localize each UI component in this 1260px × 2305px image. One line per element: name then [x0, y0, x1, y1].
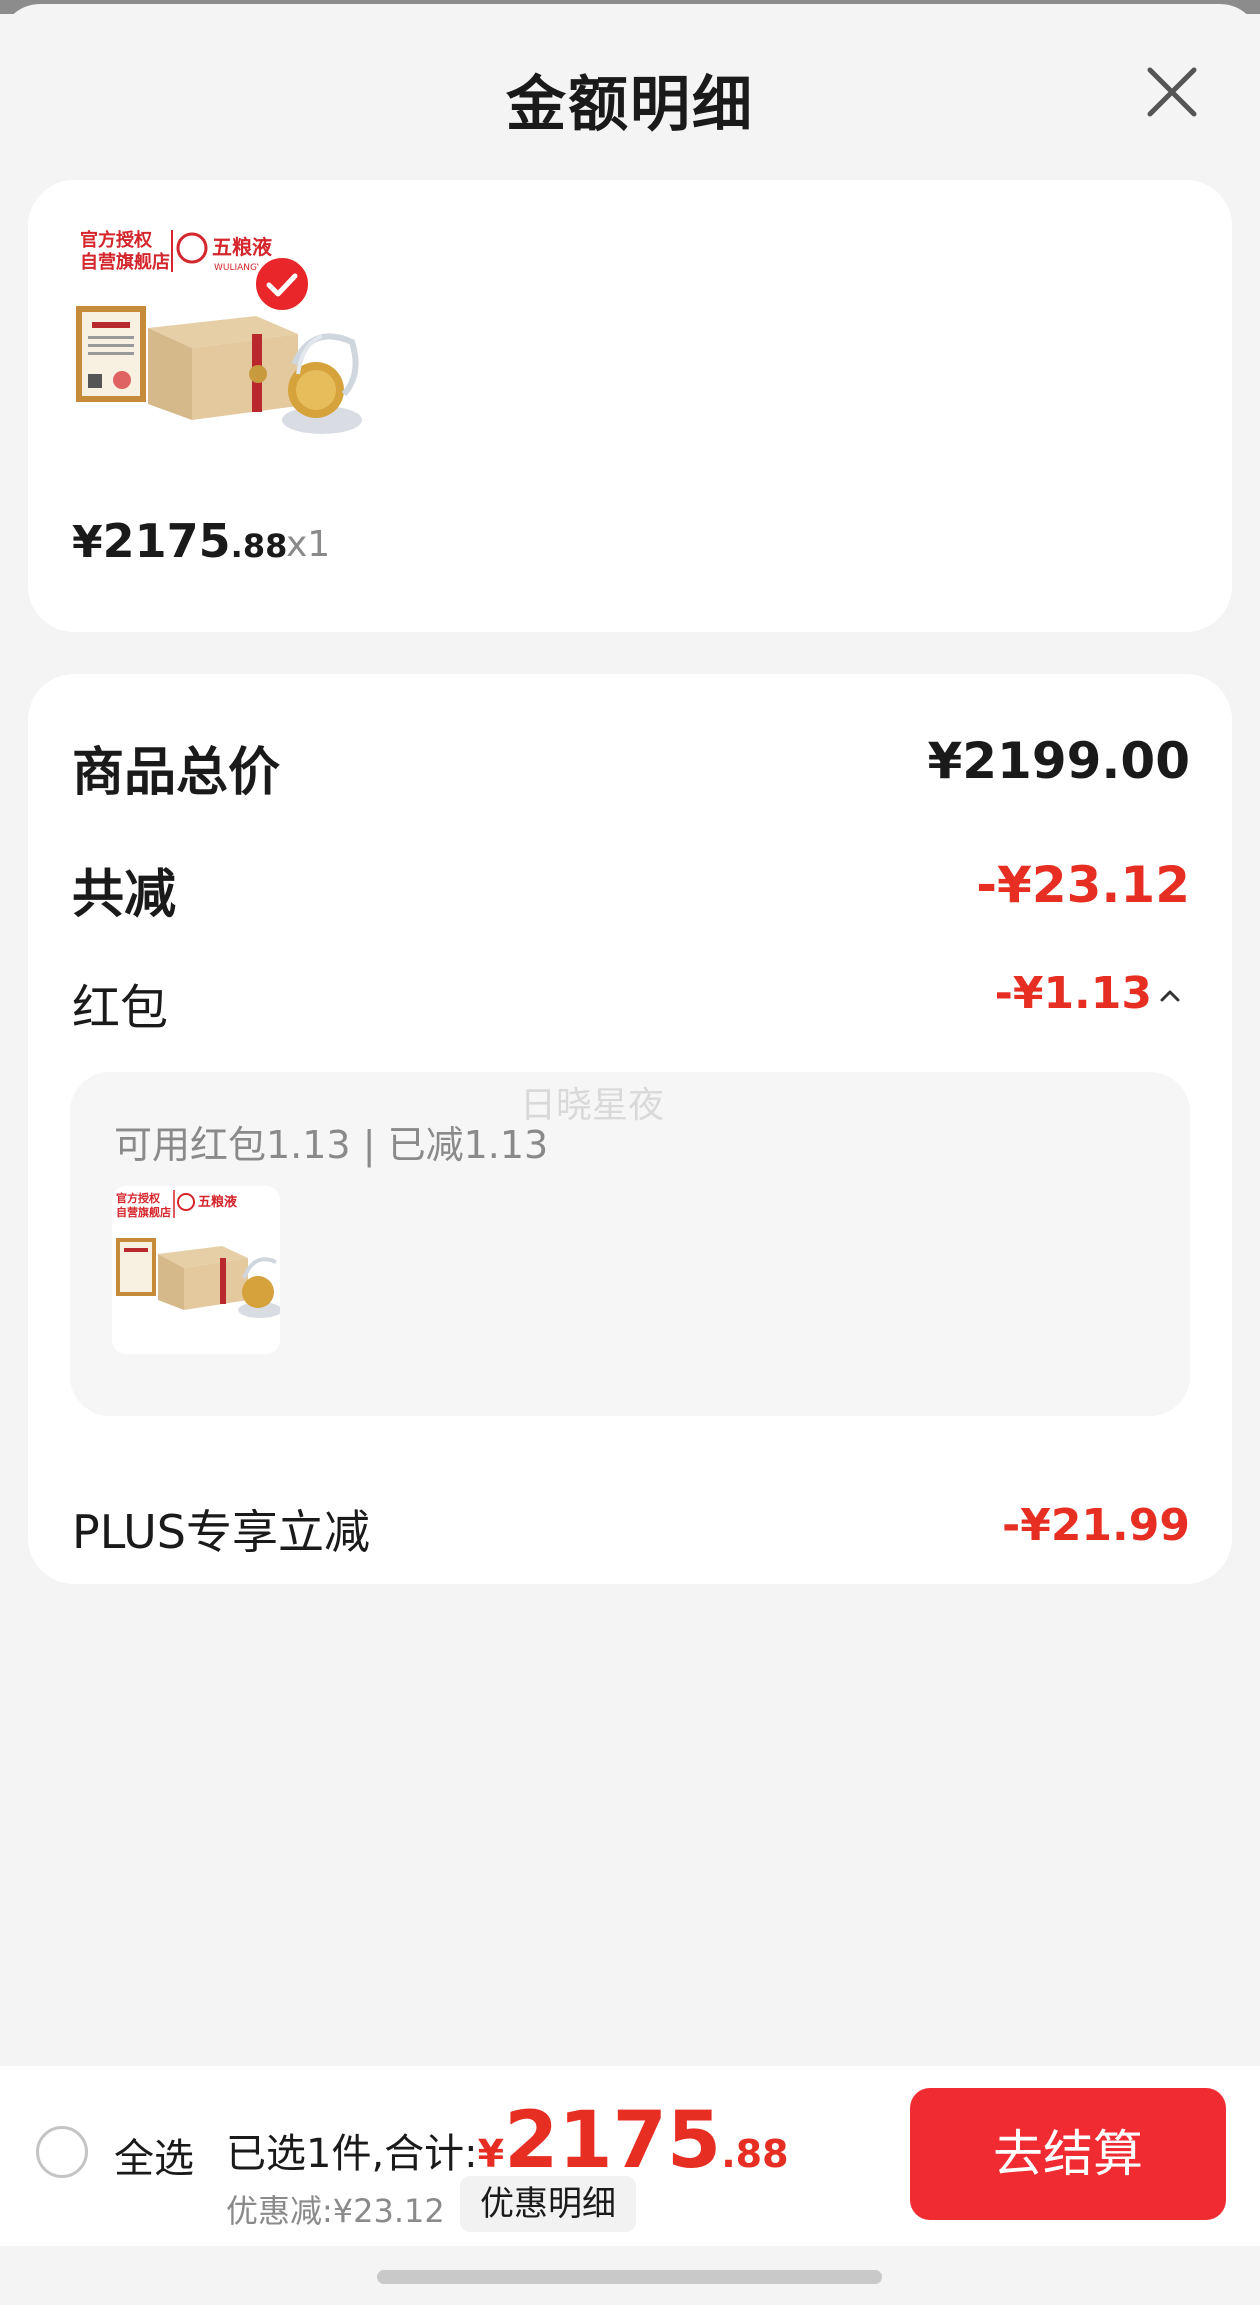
- hongbao-product-thumbnail: 官方授权 自营旗舰店 五粮液: [112, 1186, 280, 1354]
- product-card: 官方授权 自营旗舰店 五粮液 WULIANGYE ¥2175.88 x1: [28, 180, 1232, 632]
- select-all-label[interactable]: 全选: [114, 2126, 194, 2184]
- thumb-brand-logo: 五粮液: [198, 1194, 237, 1210]
- checkout-bar: 全选 已选1件,合计:¥2175.88 优惠减:¥23.12 优惠明细 去结算: [0, 2066, 1260, 2246]
- plus-label: PLUS专享立减: [72, 1505, 370, 1559]
- brand-logo: 五粮液: [212, 235, 273, 259]
- thumb-logo-text-2: 自营旗舰店: [116, 1205, 171, 1219]
- logo-text-1: 官方授权: [80, 229, 153, 251]
- selected-check-icon[interactable]: [252, 254, 312, 314]
- product-price: ¥2175.88: [72, 514, 287, 568]
- checkout-button[interactable]: 去结算: [910, 2088, 1226, 2220]
- hongbao-value[interactable]: -¥1.13: [995, 968, 1152, 1019]
- product-quantity: x1: [286, 524, 331, 565]
- close-icon[interactable]: [1140, 60, 1204, 124]
- total-value: ¥2199.00: [927, 732, 1190, 790]
- reduce-label: 共减: [72, 865, 177, 925]
- total-currency: ¥: [477, 2132, 505, 2176]
- logo-text-2: 自营旗舰店: [80, 251, 170, 273]
- product-image[interactable]: 官方授权 自营旗舰店 五粮液 WULIANGYE: [72, 224, 362, 494]
- discount-detail-button[interactable]: 优惠明细: [460, 2176, 636, 2232]
- hongbao-detail-text: 可用红包1.13 | 已减1.13: [114, 1123, 549, 1167]
- selected-total: 已选1件,合计:¥2175.88: [226, 2102, 789, 2180]
- price-currency: ¥: [72, 517, 103, 568]
- price-decimal: .88: [230, 527, 288, 565]
- sheet-title: 金额明细: [506, 70, 754, 140]
- thumb-logo-text-1: 官方授权: [116, 1191, 161, 1205]
- discount-summary: 优惠减:¥23.12: [226, 2192, 445, 2230]
- reduce-value: -¥23.12: [976, 856, 1190, 914]
- selected-count-label: 已选1件,合计:: [226, 2131, 478, 2177]
- price-integer: 2175: [102, 514, 231, 568]
- home-indicator[interactable]: [377, 2270, 882, 2284]
- total-label: 商品总价: [72, 743, 281, 803]
- chevron-up-icon[interactable]: [1158, 984, 1182, 1008]
- select-all-radio[interactable]: [36, 2126, 88, 2178]
- watermark-text: 日晓星夜: [520, 1085, 665, 1126]
- hongbao-label: 红包: [72, 980, 169, 1036]
- total-amount-decimal: .88: [721, 2132, 789, 2176]
- price-breakdown-card: 商品总价 ¥2199.00 共减 -¥23.12 红包 -¥1.13 可用红包1…: [28, 674, 1232, 1584]
- amount-detail-sheet: 金额明细 官方授权 自营旗舰店 五粮液 WULIANGYE ¥2175.88 x…: [0, 4, 1260, 2305]
- total-amount-integer: 2175: [504, 2096, 722, 2186]
- plus-value: -¥21.99: [1001, 1500, 1190, 1551]
